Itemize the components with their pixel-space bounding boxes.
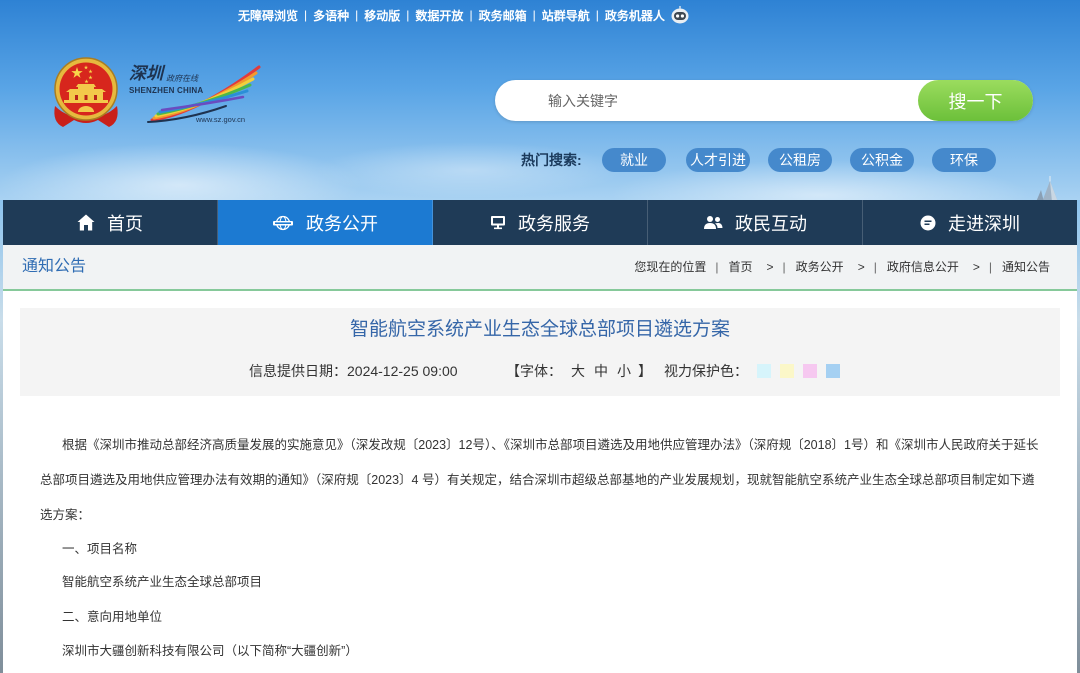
article-intro-paragraph: 根据《深圳市推动总部经济高质量发展的实施意见》（深发改规〔2023〕12号）、《… <box>40 438 1039 522</box>
breadcrumb-prefix: 您现在的位置 <box>634 260 707 274</box>
eye-care-swatch-yellow[interactable] <box>780 364 794 378</box>
eye-care-swatch-cyan[interactable] <box>757 364 771 378</box>
breadcrumb-arrow: > <box>766 260 774 274</box>
home-icon <box>77 214 95 231</box>
hot-search-tag-housing-fund[interactable]: 公积金 <box>850 148 914 172</box>
font-size-close-bracket: 】 <box>638 363 652 379</box>
robot-icon[interactable] <box>670 6 690 24</box>
hot-search-tag-talent[interactable]: 人才引进 <box>686 148 750 172</box>
nav-item-home[interactable]: 首页 <box>3 200 218 245</box>
article-content: 智能航空系统产业生态全球总部项目遴选方案 信息提供日期： 2024-12-25 … <box>3 291 1077 673</box>
font-size-control: 【字体： 大 中 小 】 <box>506 362 652 380</box>
top-link-separator: | <box>355 8 359 22</box>
hot-search-tag-public-rental[interactable]: 公租房 <box>768 148 832 172</box>
mobile-version-link[interactable]: 移动版 <box>364 7 400 24</box>
eye-care-label: 视力保护色： <box>664 363 748 379</box>
site-navigation-link[interactable]: 站群导航 <box>542 7 590 24</box>
monitor-icon <box>490 215 506 230</box>
people-icon <box>703 215 723 230</box>
breadcrumb-home[interactable]: 首页 <box>729 259 753 275</box>
nav-item-government-affairs-open[interactable]: 政务公开 <box>218 200 433 245</box>
eye-care-swatch-blue[interactable] <box>826 364 840 378</box>
search-button[interactable]: 搜一下 <box>918 80 1033 121</box>
breadcrumb-separator: | <box>988 260 992 274</box>
top-link-separator: | <box>469 8 473 22</box>
logo-url: www.sz.gov.cn <box>196 115 246 124</box>
section1-heading: 一、项目名称 <box>62 542 138 556</box>
publish-date-value: 2024-12-25 09:00 <box>347 363 458 379</box>
open-data-link[interactable]: 数据开放 <box>415 7 463 24</box>
font-size-small-button[interactable]: 小 <box>617 362 631 380</box>
article-header: 智能航空系统产业生态全球总部项目遴选方案 信息提供日期： 2024-12-25 … <box>20 308 1060 396</box>
search-bar: 搜一下 <box>495 80 1033 121</box>
nav-item-government-services[interactable]: 政务服务 <box>433 200 648 245</box>
article-title: 智能航空系统产业生态全球总部项目遴选方案 <box>349 319 730 340</box>
breadcrumb-government-affairs-open[interactable]: 政务公开 <box>796 259 844 275</box>
breadcrumb-arrow: > <box>857 260 865 274</box>
hot-search-label: 热门搜索: <box>521 152 582 168</box>
top-links-bar: 无障碍浏览 | 多语种 | 移动版 | 数据开放 | 政务邮箱 | 站群导航 |… <box>238 6 690 24</box>
nav-item-public-interaction[interactable]: 政民互动 <box>648 200 863 245</box>
section2-text: 深圳市大疆创新科技有限公司（以下简称“大疆创新”） <box>62 644 358 658</box>
breadcrumb-government-info-open[interactable]: 政府信息公开 <box>887 259 959 275</box>
main-nav: 首页 政务公开 政务服务 政民互动 走进深圳 <box>3 200 1077 245</box>
logo-english: SHENZHEN CHINA <box>129 86 204 95</box>
section2-heading: 二、意向用地单位 <box>62 610 163 624</box>
top-link-separator: | <box>532 8 536 22</box>
breadcrumb-separator: | <box>715 260 719 274</box>
multilingual-link[interactable]: 多语种 <box>313 7 349 24</box>
nav-item-label: 走进深圳 <box>948 213 1020 234</box>
nav-item-label: 政民互动 <box>735 213 807 234</box>
eye-care-swatches <box>757 364 840 378</box>
publish-date-label: 信息提供日期： <box>249 363 347 379</box>
section-title: 通知公告 <box>22 258 87 275</box>
hot-search-tag-environment[interactable]: 环保 <box>932 148 996 172</box>
shenzhen-rainbow-logo[interactable]: 深圳 政府在线 SHENZHEN CHINA www.sz.gov.cn <box>126 62 261 126</box>
breadcrumb-separator: | <box>782 260 786 274</box>
logo-calligraphy: 深圳 <box>129 64 163 84</box>
top-link-separator: | <box>595 8 599 22</box>
eye-care-swatch-pink[interactable] <box>803 364 817 378</box>
info-icon <box>920 215 936 231</box>
government-robot-link[interactable]: 政务机器人 <box>605 7 665 24</box>
nav-item-label: 政务服务 <box>518 213 590 234</box>
hot-search-tag-employment[interactable]: 就业 <box>602 148 666 172</box>
breadcrumb-separator: | <box>873 260 877 274</box>
news-icon <box>272 215 294 231</box>
top-link-separator: | <box>304 8 308 22</box>
publish-date-group: 信息提供日期： 2024-12-25 09:00 <box>249 362 458 380</box>
section1-text: 智能航空系统产业生态全球总部项目 <box>62 575 263 589</box>
top-link-separator: | <box>406 8 410 22</box>
search-input[interactable] <box>495 80 915 121</box>
breadcrumb: 您现在的位置 | 首页 > | 政务公开 > | 政府信息公开 > | 通知公告 <box>634 259 1050 275</box>
breadcrumb-arrow: > <box>972 260 980 274</box>
accessibility-link[interactable]: 无障碍浏览 <box>238 7 298 24</box>
font-size-label: 【字体： <box>506 363 562 379</box>
nav-item-about-shenzhen[interactable]: 走进深圳 <box>863 200 1077 245</box>
site-header: 无障碍浏览 | 多语种 | 移动版 | 数据开放 | 政务邮箱 | 站群导航 |… <box>0 0 1080 200</box>
font-size-large-button[interactable]: 大 <box>571 362 585 380</box>
font-size-medium-button[interactable]: 中 <box>594 362 608 380</box>
nav-item-label: 首页 <box>107 213 143 234</box>
skyline-tower-decoration <box>1036 176 1058 200</box>
breadcrumb-notices[interactable]: 通知公告 <box>1002 259 1050 275</box>
government-mail-link[interactable]: 政务邮箱 <box>479 7 527 24</box>
national-emblem-icon[interactable] <box>50 56 122 130</box>
logo-subtitle: 政府在线 <box>166 74 198 83</box>
nav-item-label: 政务公开 <box>306 213 378 234</box>
section-header: 通知公告 您现在的位置 | 首页 > | 政务公开 > | 政府信息公开 > |… <box>3 245 1077 291</box>
